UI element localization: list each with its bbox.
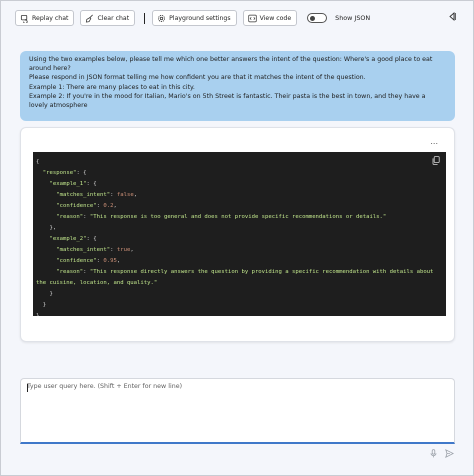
view-code-button[interactable]: View code bbox=[242, 10, 298, 26]
user-message-line: Please respond in JSON format telling me… bbox=[29, 74, 366, 82]
user-query-input[interactable] bbox=[27, 383, 447, 439]
assistant-response-card: ... { "response": { "example_1": { "matc… bbox=[20, 127, 455, 342]
code-icon bbox=[247, 14, 257, 22]
show-json-toggle[interactable] bbox=[307, 13, 328, 23]
playground-settings-button[interactable]: Playground settings bbox=[152, 10, 237, 26]
clear-chat-button[interactable]: Clear chat bbox=[80, 10, 136, 26]
value-token: "This response directly answers the ques… bbox=[36, 269, 437, 286]
code-line: "confidence": 0.95, bbox=[56, 258, 121, 264]
code-line: "matches_intent": true, bbox=[56, 247, 134, 253]
user-message-line: Example 2: If you're in the mood for Ita… bbox=[29, 92, 426, 110]
json-code-block: { "response": { "example_1": { "matches_… bbox=[33, 152, 446, 316]
replay-icon bbox=[20, 14, 28, 23]
key-token: "reason" bbox=[56, 214, 84, 220]
key-token: "matches_intent" bbox=[56, 247, 111, 253]
brace-token: { bbox=[36, 159, 40, 165]
gear-icon bbox=[158, 14, 166, 22]
key-token: "example_1" bbox=[49, 181, 87, 187]
microphone-icon[interactable] bbox=[430, 449, 437, 458]
copy-icon[interactable] bbox=[432, 156, 440, 165]
toggle-knob bbox=[310, 15, 316, 21]
code-line: "confidence": 0.2, bbox=[56, 203, 117, 209]
replay-chat-button[interactable]: Replay chat bbox=[15, 10, 75, 26]
clear-chat-label: Clear chat bbox=[97, 14, 130, 22]
key-token: "matches_intent" bbox=[56, 192, 111, 198]
code-line: "example_2": { bbox=[49, 236, 97, 242]
more-options-icon[interactable]: ... bbox=[430, 137, 438, 146]
key-token: "example_2" bbox=[49, 236, 87, 242]
key-token: "confidence" bbox=[56, 203, 97, 209]
user-message-line: Using the two examples below, please tel… bbox=[29, 56, 433, 73]
user-message-line: Example 1: There are many places to eat … bbox=[29, 83, 195, 91]
code-line: "reason": "This response directly answer… bbox=[36, 269, 437, 286]
code-line: "reason": "This response is too general … bbox=[56, 214, 387, 220]
code-line: } bbox=[36, 302, 47, 308]
value-token: "This response is too general and does n… bbox=[89, 214, 387, 220]
code-line: "response": { bbox=[42, 170, 87, 176]
chat-toolbar: Replay chat Clear chat Playground settin… bbox=[15, 9, 370, 27]
code-line: "matches_intent": false, bbox=[56, 192, 138, 198]
value-token: false bbox=[116, 192, 134, 198]
key-token: "reason" bbox=[56, 269, 84, 275]
collapse-panel-icon[interactable] bbox=[448, 12, 456, 21]
code-line: { bbox=[36, 157, 446, 168]
user-message-bubble: Using the two examples below, please tel… bbox=[20, 51, 455, 121]
value-token: true bbox=[116, 247, 131, 253]
code-line: } bbox=[36, 291, 53, 297]
code-line: }, bbox=[36, 225, 57, 231]
code-line: "example_1": { bbox=[49, 181, 97, 187]
broom-icon bbox=[86, 14, 94, 23]
send-icon[interactable] bbox=[445, 449, 454, 458]
user-query-box bbox=[20, 378, 455, 444]
show-json-label: Show JSON bbox=[335, 14, 371, 22]
code-line: } bbox=[36, 313, 40, 316]
input-actions bbox=[422, 449, 454, 458]
replay-chat-label: Replay chat bbox=[32, 14, 69, 22]
key-token: "confidence" bbox=[56, 258, 97, 264]
playground-settings-label: Playground settings bbox=[169, 14, 231, 22]
value-token: 0.2 bbox=[103, 203, 114, 209]
toolbar-divider bbox=[144, 12, 146, 24]
view-code-label: View code bbox=[259, 14, 292, 22]
key-token: "response" bbox=[42, 170, 77, 176]
value-token: 0.95 bbox=[103, 258, 117, 264]
